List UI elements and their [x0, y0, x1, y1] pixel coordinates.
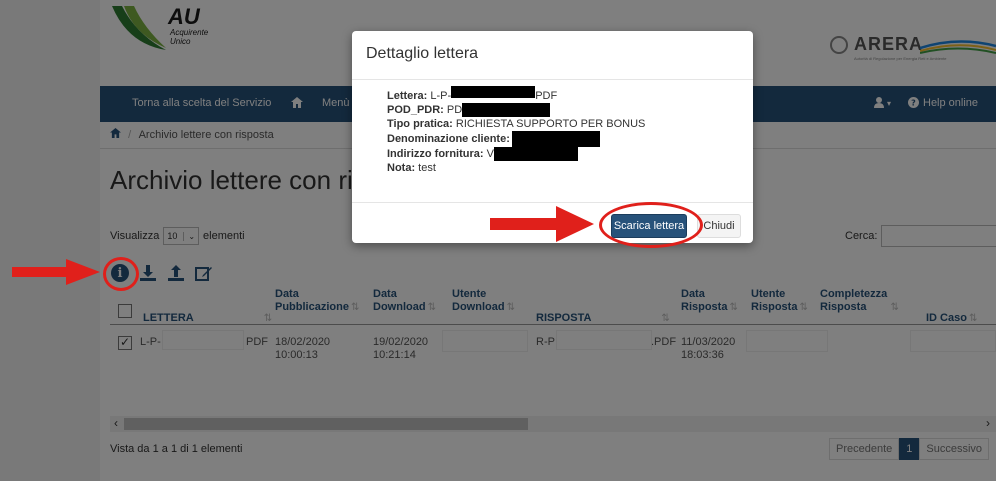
- detail-pod-pdr: POD_PDR: PD: [387, 103, 645, 118]
- redacted-pod: [462, 103, 551, 118]
- annotation-circle-info: [103, 257, 139, 291]
- annotation-arrow-toolbar-icon: [12, 259, 100, 285]
- redacted-lettera-name: [451, 86, 536, 99]
- detail-nota: Nota: test: [387, 162, 436, 175]
- modal-title: Dettaglio lettera: [366, 45, 479, 62]
- annotation-circle-download: [599, 202, 703, 248]
- modal-footer-divider: [352, 202, 753, 203]
- detail-lettera: Lettera: L-P- PDF: [387, 86, 645, 103]
- detail-tipo-pratica: Tipo pratica: RICHIESTA SUPPORTO PER BON…: [387, 118, 646, 131]
- detail-indirizzo: Indirizzo fornitura: V: [387, 147, 645, 162]
- close-modal-button[interactable]: Chiudi: [697, 214, 741, 238]
- redacted-denominazione: [511, 131, 600, 148]
- redacted-indirizzo: [493, 147, 578, 162]
- detail-denominazione: Denominazione cliente:: [387, 131, 645, 148]
- modal-body: Lettera: L-P- PDF POD_PDR: PD Tipo pratic…: [387, 86, 646, 175]
- modal-header-divider: [352, 79, 753, 80]
- annotation-arrow-right-icon: [490, 206, 594, 242]
